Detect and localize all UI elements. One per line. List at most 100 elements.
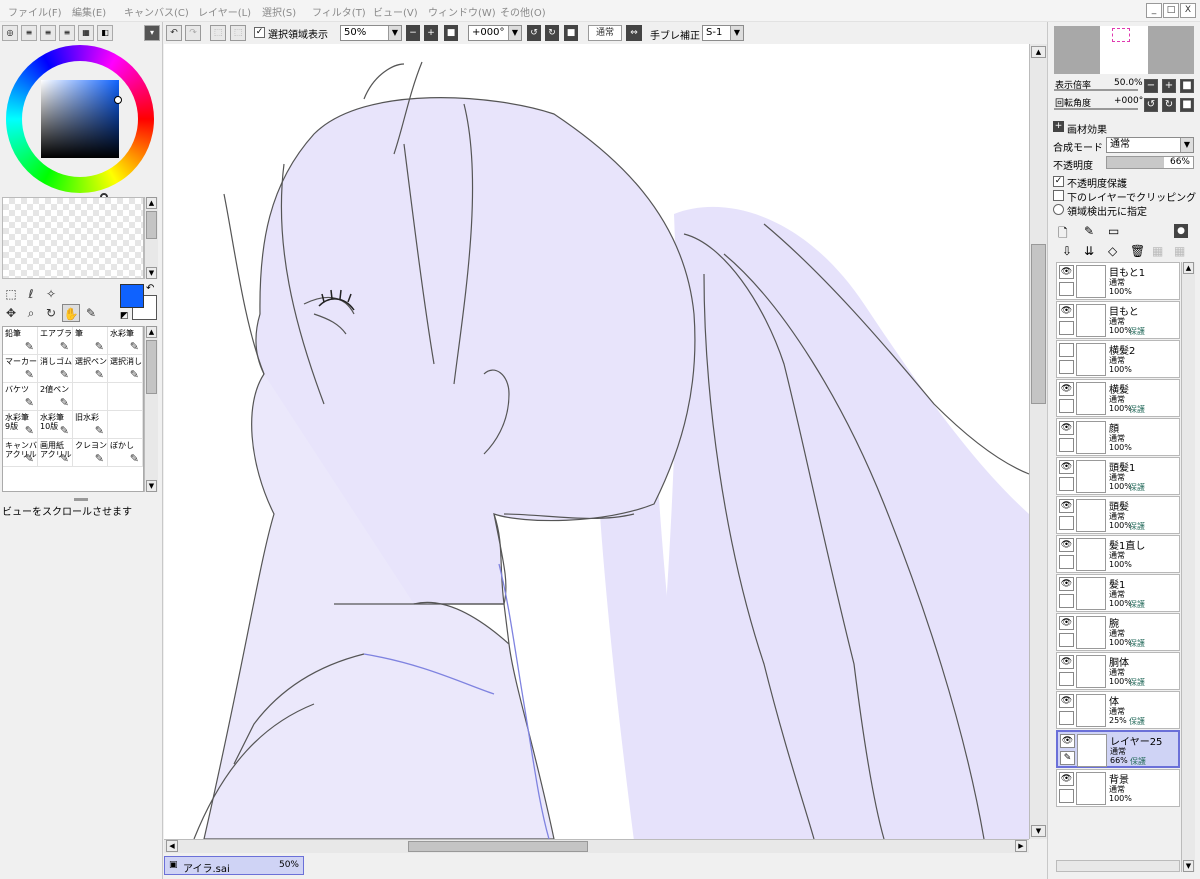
canvas[interactable] xyxy=(164,44,1029,839)
restore-button[interactable]: □ xyxy=(1163,3,1179,18)
eye-icon[interactable]: 👁 xyxy=(1059,694,1074,708)
brush-scrollbar[interactable]: ▲ ▼ xyxy=(144,326,158,492)
brush-cell[interactable]: 画用紙 アクリル ✎ xyxy=(38,439,73,467)
eye-icon[interactable]: 👁 xyxy=(1059,460,1074,474)
nav-zoom-reset-button[interactable]: ■ xyxy=(1180,79,1194,93)
menu-filter[interactable]: フィルタ(T) xyxy=(312,4,366,19)
zoom-out-button[interactable]: − xyxy=(406,25,420,41)
zoom-reset-button[interactable]: ■ xyxy=(444,25,458,41)
brush-cell[interactable]: マーカー ✎ xyxy=(3,355,38,383)
move-icon[interactable]: ✥ xyxy=(2,304,20,322)
hand-tool-icon[interactable]: ✋ xyxy=(62,304,80,322)
eye-icon[interactable]: 👁 xyxy=(1060,734,1075,748)
navigator-viewport[interactable] xyxy=(1112,28,1130,42)
layer-row[interactable]: 👁 髪1直し 通常 100% xyxy=(1056,535,1180,573)
saturation-value-box[interactable] xyxy=(41,80,119,158)
transparent-color-icon[interactable]: ◩ xyxy=(120,311,129,321)
layer-row[interactable]: 👁 目もと 通常 100% 保護 xyxy=(1056,301,1180,339)
show-selection-checkbox[interactable]: ✓ xyxy=(254,27,265,38)
lasso-icon[interactable]: ℓ xyxy=(22,285,40,303)
zoom-select[interactable]: 50% ▼ xyxy=(340,25,402,41)
pencil-icon[interactable]: ✎ xyxy=(1060,751,1075,765)
brush-cell[interactable]: 2値ペン ✎ xyxy=(38,383,73,411)
layer-lock-toggle[interactable] xyxy=(1059,672,1074,686)
menu-select[interactable]: 選択(S) xyxy=(262,4,296,19)
brush-cell[interactable]: 鉛筆 ✎ xyxy=(3,327,38,355)
brush-cell[interactable] xyxy=(73,383,108,411)
eye-icon[interactable]: 👁 xyxy=(1059,655,1074,669)
panel-splitter[interactable] xyxy=(74,498,88,501)
eye-icon[interactable]: 👁 xyxy=(1059,265,1074,279)
close-button[interactable]: X xyxy=(1180,3,1196,18)
layer-row[interactable]: 👁 横髪 通常 100% 保護 xyxy=(1056,379,1180,417)
menu-other[interactable]: その他(O) xyxy=(500,4,546,19)
gradient-slider-tab[interactable]: ≡ xyxy=(59,25,75,41)
scroll-up-icon[interactable]: ▲ xyxy=(1183,262,1194,274)
layer-extra-icon[interactable]: ▦ xyxy=(1152,244,1163,258)
eye-icon[interactable]: 👁 xyxy=(1059,577,1074,591)
menu-layer[interactable]: レイヤー(L) xyxy=(198,4,251,19)
scroll-left-icon[interactable]: ◀ xyxy=(166,840,178,852)
clip-checkbox[interactable] xyxy=(1053,190,1064,201)
scroll-down-icon[interactable]: ▼ xyxy=(146,267,157,279)
layer-row[interactable]: 👁 胴体 通常 100% 保護 xyxy=(1056,652,1180,690)
brush-cell[interactable]: 筆 ✎ xyxy=(73,327,108,355)
visibility-toggle[interactable] xyxy=(1059,343,1074,357)
layer-lock-toggle[interactable] xyxy=(1059,477,1074,491)
layer-row[interactable]: 👁 腕通常 100% 保護 xyxy=(1056,613,1180,651)
brush-cell[interactable]: 水彩筆 9版 ✎ xyxy=(3,411,38,439)
panel-menu-icon[interactable]: ▾ xyxy=(144,25,160,41)
scroll-down-icon[interactable]: ▼ xyxy=(1183,860,1194,872)
scroll-thumb[interactable] xyxy=(146,211,157,239)
menu-file[interactable]: ファイル(F) xyxy=(8,4,62,19)
new-folder-icon[interactable]: ▭ xyxy=(1108,224,1119,238)
brush-cell[interactable]: 水彩筆 10版 ✎ xyxy=(38,411,73,439)
new-layer-icon[interactable]: 🗋 xyxy=(1058,224,1068,245)
eye-icon[interactable]: 👁 xyxy=(1059,499,1074,513)
layer-lock-toggle[interactable] xyxy=(1059,438,1074,452)
layer-lock-toggle[interactable] xyxy=(1059,321,1074,335)
scroll-down-icon[interactable]: ▼ xyxy=(1031,825,1046,837)
rotate-reset-button[interactable]: ■ xyxy=(564,25,578,41)
blend-mode-select[interactable]: 通常 ▼ xyxy=(1106,137,1194,153)
eye-icon[interactable]: 👁 xyxy=(1059,421,1074,435)
layer-row[interactable]: 👁 髪1 通常 100% 保護 xyxy=(1056,574,1180,612)
brush-cell[interactable]: クレヨン ✎ xyxy=(73,439,108,467)
mask-icon[interactable]: ● xyxy=(1174,224,1188,238)
brush-cell[interactable]: 選択消し ✎ xyxy=(108,355,143,383)
scroll-thumb[interactable] xyxy=(146,340,157,394)
eye-icon[interactable]: 👁 xyxy=(1059,616,1074,630)
menu-view[interactable]: ビュー(V) xyxy=(373,4,418,19)
layer-lock-toggle[interactable] xyxy=(1059,789,1074,803)
layer-extra2-icon[interactable]: ▦ xyxy=(1174,244,1185,258)
flip-button[interactable]: ⇔ xyxy=(626,25,642,41)
nav-zoom-in-button[interactable]: + xyxy=(1162,79,1176,93)
nav-rotate-left-button[interactable]: ↺ xyxy=(1144,98,1158,112)
document-tab[interactable]: ▣ アイラ.sai 50% xyxy=(164,856,304,875)
layer-lock-toggle[interactable] xyxy=(1059,711,1074,725)
brush-cell[interactable] xyxy=(108,383,143,411)
scroll-right-icon[interactable]: ▶ xyxy=(1015,840,1027,852)
scroll-up-icon[interactable]: ▲ xyxy=(146,326,157,338)
scroll-thumb[interactable] xyxy=(1031,244,1046,404)
primary-color-swatch[interactable] xyxy=(120,284,144,308)
rotate-left-button[interactable]: ↺ xyxy=(527,25,541,41)
minimize-button[interactable]: _ xyxy=(1146,3,1162,18)
scratchpad-tab[interactable]: ◧ xyxy=(97,25,113,41)
eye-icon[interactable]: 👁 xyxy=(1059,538,1074,552)
rotate-right-button[interactable]: ↻ xyxy=(545,25,559,41)
navigator-preview[interactable] xyxy=(1054,26,1194,74)
eyedropper-icon[interactable]: ✎ xyxy=(82,304,100,322)
layer-row[interactable]: 横髪2 通常 100% xyxy=(1056,340,1180,378)
rotation-slider[interactable] xyxy=(1054,108,1138,110)
brush-cell[interactable]: 選択ペン ✎ xyxy=(73,355,108,383)
deselect-button[interactable]: ⬚ xyxy=(210,25,226,41)
selection-source-radio[interactable] xyxy=(1053,204,1064,215)
new-vector-layer-icon[interactable]: ✎ xyxy=(1084,224,1094,238)
invert-selection-button[interactable]: ⬚ xyxy=(230,25,246,41)
eye-icon[interactable]: 👁 xyxy=(1059,304,1074,318)
scratchpad-scrollbar[interactable]: ▲ ▼ xyxy=(144,197,158,279)
delete-layer-icon[interactable]: 🗑 xyxy=(1130,244,1145,258)
blend-mode-button[interactable]: 通常 xyxy=(588,25,622,41)
swap-colors-icon[interactable]: ↶ xyxy=(146,283,154,294)
